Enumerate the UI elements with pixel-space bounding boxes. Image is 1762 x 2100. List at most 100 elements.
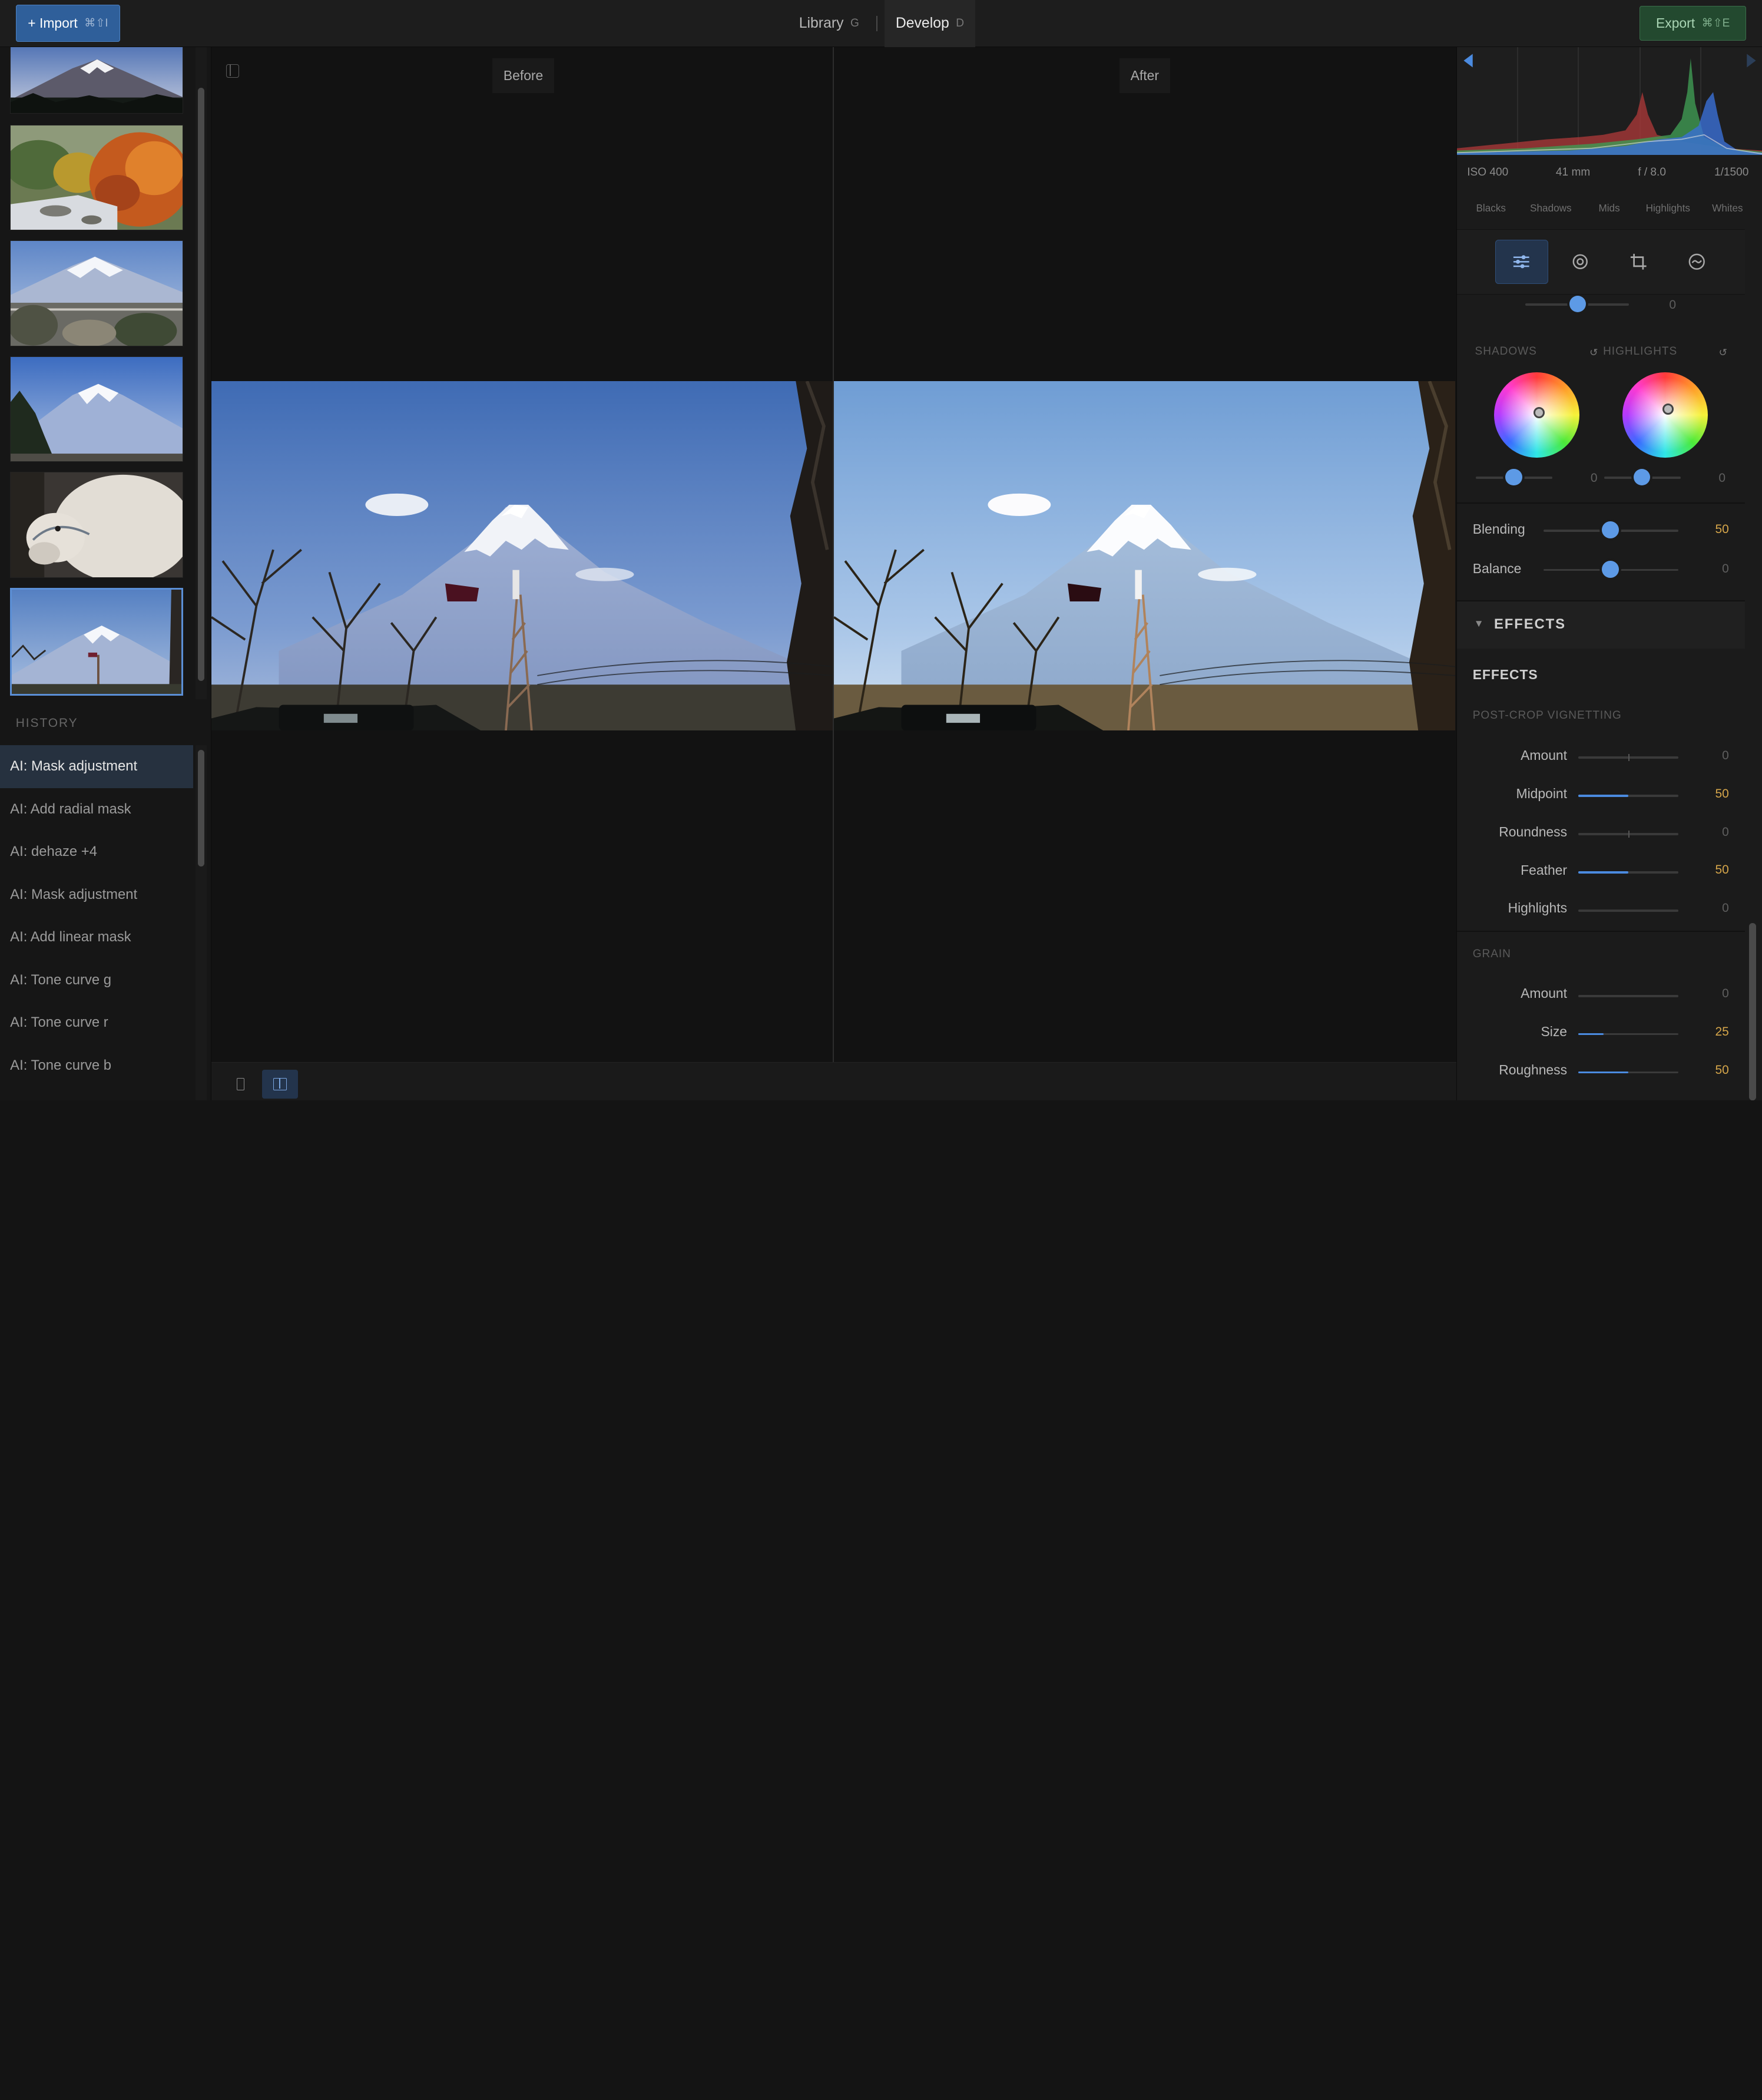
luminance-value: 0 [1669,297,1677,312]
filmstrip-scrollbar[interactable] [196,47,207,699]
effects-section-header[interactable]: ▼ EFFECTS [1457,601,1745,649]
collapse-triangle-icon: ▼ [1473,617,1484,629]
zone-label[interactable]: Shadows [1530,202,1572,214]
highlights-color-wheel[interactable] [1622,372,1708,458]
history-list: AI: Mask adjustment AI: Add radial mask … [0,745,194,1087]
history-scrollbar[interactable] [196,745,207,1101]
luminance-slider-knob[interactable] [1569,295,1587,313]
histogram [1456,47,1762,156]
import-button[interactable]: + Import ⌘⇧I [15,4,121,42]
before-image [211,381,833,731]
tab-develop[interactable]: Develop D [884,0,976,48]
filmstrip-thumb[interactable] [10,124,184,231]
effect-slider-value: 50 [1715,786,1729,801]
history-item[interactable]: AI: Tone curve g [0,959,193,1002]
history-item[interactable]: AI: dehaze +4 [0,831,193,874]
history-item[interactable]: AI: Add linear mask [0,916,193,959]
balance-value: 0 [1722,562,1729,576]
history-item[interactable]: AI: Tone curve b [0,1044,193,1087]
filmstrip-thumb[interactable] [10,472,184,578]
tab-library-label: Library [799,15,844,32]
mask-icon [1688,253,1705,270]
filmstrip-thumb-selected[interactable] [10,587,184,696]
single-view-button[interactable] [223,1070,259,1099]
highlights-label: HIGHLIGHTS [1603,345,1678,358]
highlight-clip-icon [1747,54,1756,68]
zone-label[interactable]: Mids [1598,202,1619,214]
mask-tool-button[interactable] [1671,240,1724,283]
effect-slider-track[interactable] [1578,795,1678,797]
balance-slider-knob[interactable] [1602,561,1619,578]
export-button[interactable]: Export ⌘⇧E [1640,5,1747,41]
tab-separator [876,15,878,32]
top-bar: + Import ⌘⇧I Library G Develop D Export … [0,0,1762,48]
zone-label[interactable]: Whites [1712,202,1743,214]
blending-value: 50 [1715,522,1729,537]
reset-icon[interactable]: ↺ [1719,346,1727,359]
reset-icon[interactable]: ↺ [1589,346,1598,359]
effect-slider-track[interactable] [1578,754,1678,761]
history-item[interactable]: AI: Mask adjustment [0,745,194,788]
history-title: HISTORY [15,716,78,730]
iso-value: ISO 400 [1467,166,1509,179]
effect-slider-label: Midpoint [1516,785,1568,801]
adjustments-scrollbar[interactable] [1747,294,1761,1101]
effect-slider-track[interactable] [1578,1071,1678,1074]
history-item[interactable]: AI: Add radial mask [0,788,193,831]
viewer-bottom-bar [211,1062,1457,1101]
split-view-button[interactable] [261,1069,298,1099]
split-view-icon [273,1077,287,1090]
tab-library-key: G [850,17,859,30]
effect-slider-label: Size [1541,1024,1568,1040]
history-item[interactable]: AI: Mask adjustment [0,874,193,917]
export-label: Export [1656,15,1695,31]
effect-slider-track[interactable] [1578,909,1678,912]
shadow-clip-icon [1463,54,1473,68]
effects-subtitle: EFFECTS [1472,666,1538,682]
effect-slider-label: Amount [1521,747,1568,763]
effect-slider-value: 0 [1722,901,1729,915]
effect-slider-track[interactable] [1578,831,1678,838]
effect-slider-track[interactable] [1578,1033,1678,1036]
effect-slider-value: 0 [1722,748,1729,762]
shadows-label: SHADOWS [1475,345,1537,358]
shadows-lum-knob[interactable] [1505,468,1522,486]
tab-library[interactable]: Library G [788,0,870,47]
adjustments-panel: 0 SHADOWS ↺ HIGHLIGHTS ↺ 0 0 Blending 50… [1457,295,1745,1100]
filmstrip-thumb[interactable] [10,240,184,346]
shadows-wheel-handle[interactable] [1533,406,1545,418]
highlights-lum-knob[interactable] [1633,468,1651,486]
effect-slider-track[interactable] [1578,994,1678,997]
effect-slider-value: 50 [1715,1063,1729,1077]
after-image [833,381,1456,731]
right-panel: ISO 400 41 mm f / 8.0 1/1500 Blacks Shad… [1456,47,1762,1101]
effect-slider-value: 0 [1722,987,1729,1001]
effect-slider-label: Roundness [1499,824,1568,839]
filmstrip-thumb[interactable] [10,47,184,114]
balance-label: Balance [1472,561,1522,577]
before-label: Before [492,58,555,94]
crop-tool-button[interactable] [1612,240,1665,283]
effect-slider-value: 0 [1722,825,1729,839]
filmstrip [0,47,196,699]
zone-label[interactable]: Blacks [1476,202,1506,214]
effect-slider-label: Feather [1521,862,1568,878]
aperture-value: f / 8.0 [1638,166,1666,179]
compare-viewer: Before After [211,47,1457,1101]
export-shortcut: ⌘⇧E [1701,16,1730,29]
filmstrip-thumb[interactable] [10,356,184,462]
zone-label[interactable]: Highlights [1646,202,1690,214]
blending-slider-knob[interactable] [1602,521,1619,538]
heal-tool-button[interactable] [1554,240,1607,283]
shutter-value: 1/1500 [1714,166,1749,179]
effect-slider-track[interactable] [1578,871,1678,874]
effect-slider-label: Highlights [1508,900,1568,916]
history-item[interactable]: AI: Tone curve r [0,1001,193,1044]
app-window: + Import ⌘⇧I Library G Develop D Export … [0,0,1762,1101]
highlights-lum-value: 0 [1718,471,1726,485]
after-label: After [1119,58,1171,94]
tab-develop-label: Develop [895,15,949,32]
adjust-tool-button[interactable] [1495,240,1548,284]
panel-toggle-icon[interactable] [226,64,240,78]
crop-icon [1630,254,1647,270]
